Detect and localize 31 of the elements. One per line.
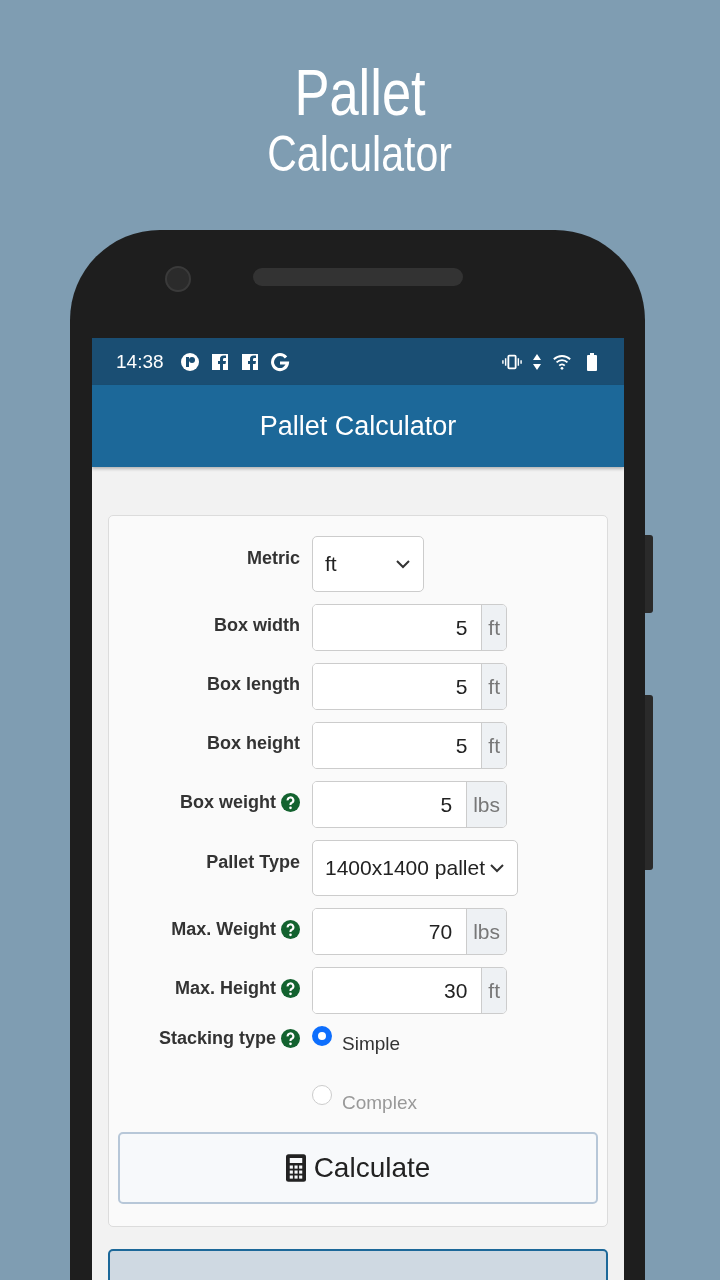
status-time: 14:38 xyxy=(116,350,164,373)
field-label: Box width xyxy=(214,615,300,636)
app-title: Pallet Calculator xyxy=(259,410,457,442)
radio-label[interactable]: Simple xyxy=(342,1033,401,1055)
headline: Calculator xyxy=(267,128,453,180)
caret-icon xyxy=(489,863,505,873)
field-label: Metric xyxy=(247,548,300,569)
dropdown[interactable]: 1400x1400 pallet xyxy=(312,840,518,896)
help-icon[interactable] xyxy=(281,1029,300,1048)
notification-icon xyxy=(179,351,200,372)
caret-icon xyxy=(395,559,411,569)
notification-icon xyxy=(269,351,290,372)
social-icon xyxy=(209,351,230,372)
radio-button[interactable] xyxy=(312,1085,332,1105)
camera-drawing xyxy=(165,266,191,292)
social-icon xyxy=(239,351,260,372)
field-label: Pallet Type xyxy=(206,852,300,873)
help-icon[interactable] xyxy=(281,979,300,998)
field-label: Box height xyxy=(207,733,300,754)
calculator-icon xyxy=(285,1154,306,1182)
field-label: Box weight xyxy=(180,792,276,813)
calculate-button[interactable]: Calculate xyxy=(118,1132,598,1204)
help-icon[interactable] xyxy=(281,920,300,939)
field-label: Max. Weight xyxy=(171,919,276,940)
field-label: Stacking type xyxy=(158,1028,276,1049)
headline: Pallet xyxy=(294,58,426,128)
field-label: Box length xyxy=(207,674,300,695)
field-label: Max. Height xyxy=(175,978,276,999)
help-icon[interactable] xyxy=(281,793,300,812)
radio-button[interactable] xyxy=(312,1026,332,1046)
dropdown[interactable]: ft xyxy=(312,536,424,592)
